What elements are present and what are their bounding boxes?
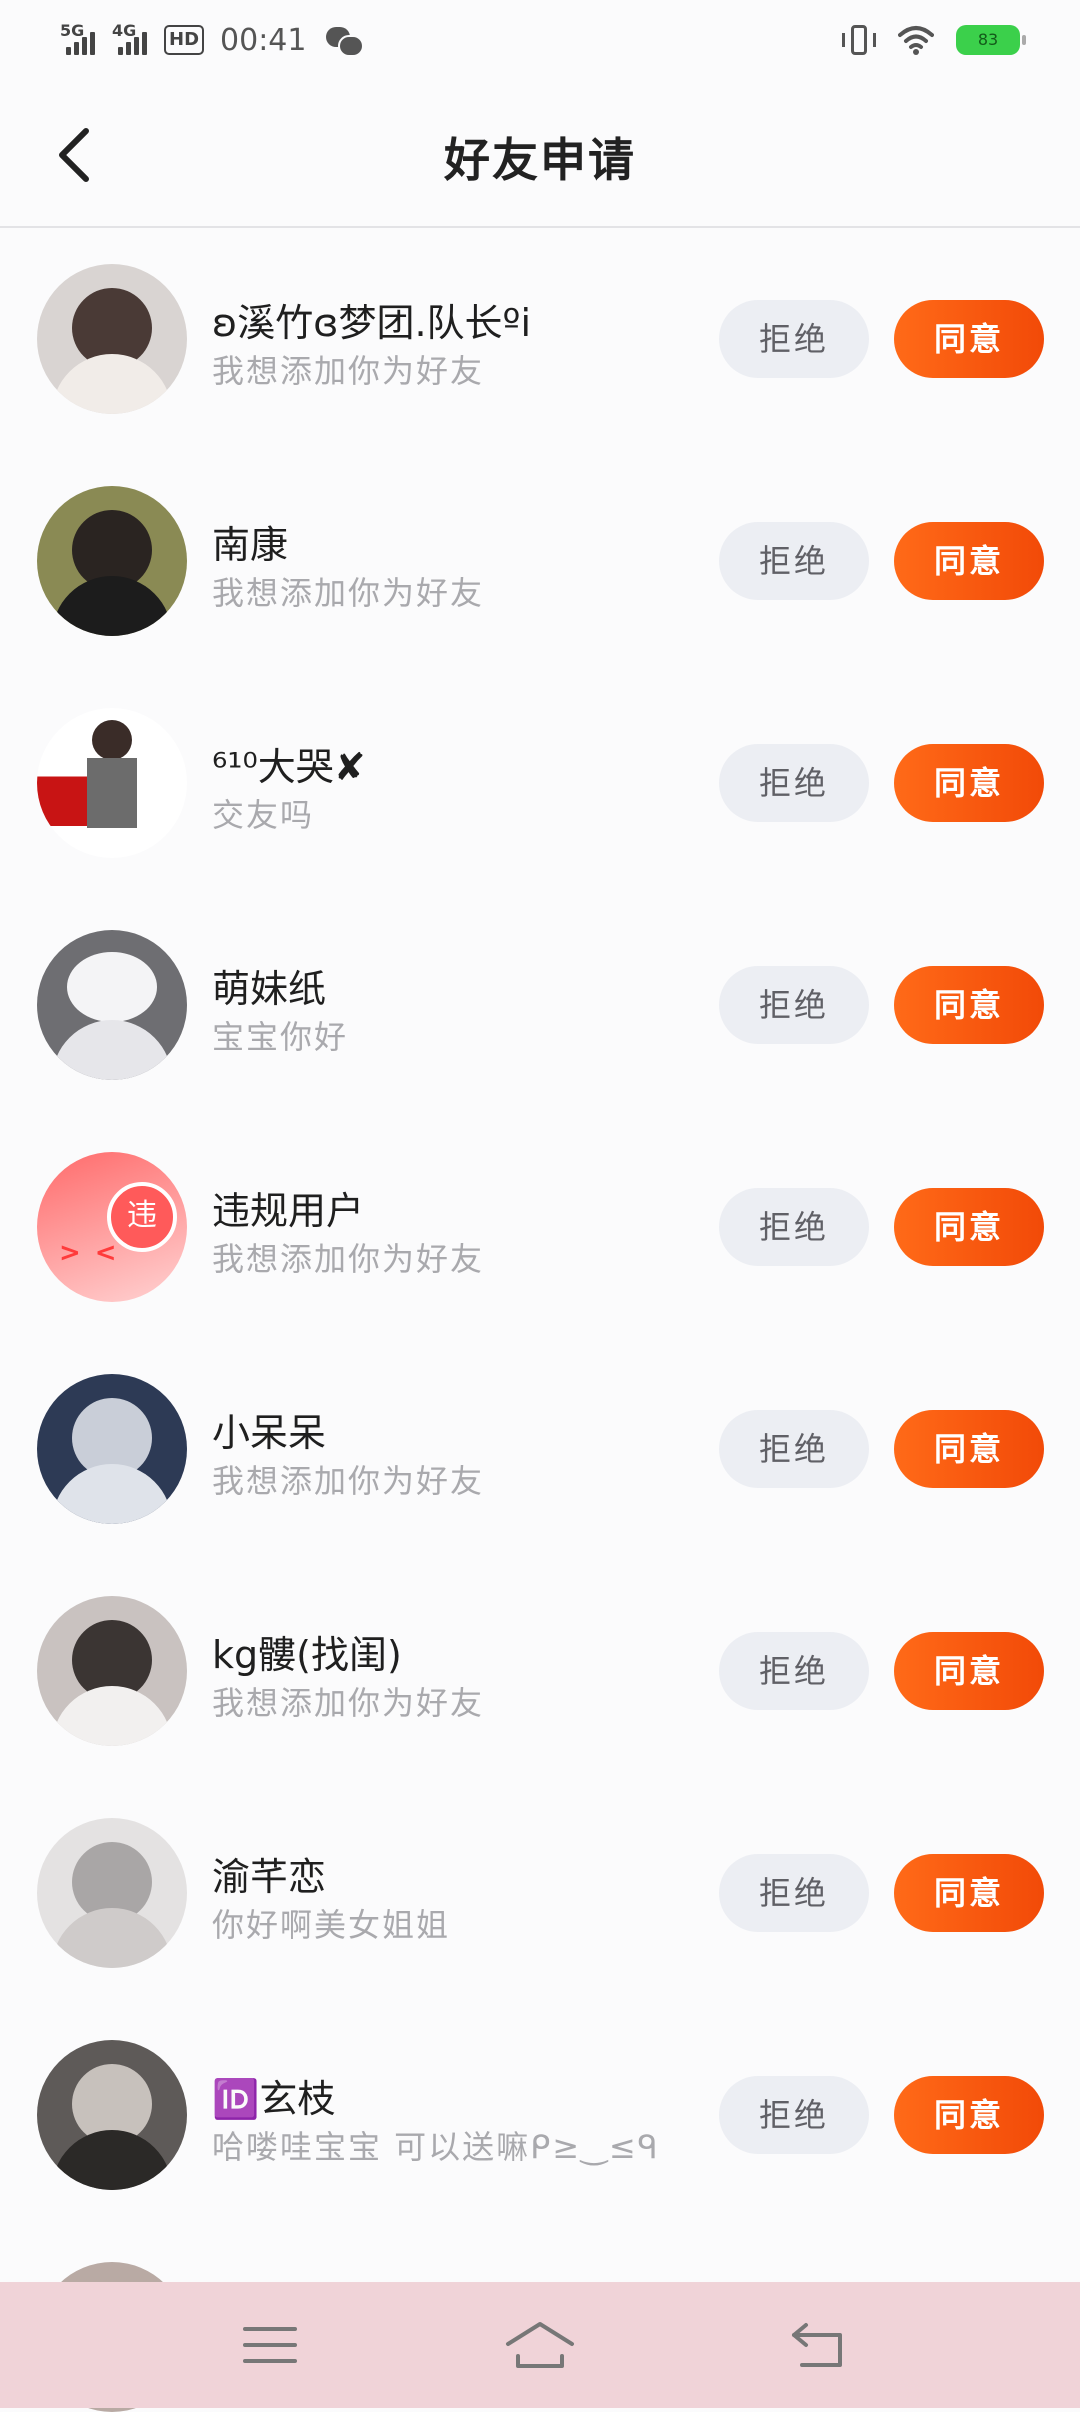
signal-4g-icon: 4G (112, 21, 154, 55)
accept-button[interactable]: 同意 (894, 1410, 1044, 1488)
status-bar: 5G 4G HD 00:41 83 (0, 0, 1080, 80)
request-message: 我想添加你为好友 (212, 352, 485, 390)
reject-button[interactable]: 拒绝 (719, 1410, 869, 1488)
request-message: 我想添加你为好友 (212, 1684, 485, 1722)
request-message: 交友吗 (212, 796, 315, 834)
hd-voice-icon: HD (164, 25, 205, 55)
signal-4g-label: 4G (112, 21, 137, 40)
request-message: 宝宝你好 (212, 1018, 349, 1056)
accept-button[interactable]: 同意 (894, 1188, 1044, 1266)
reject-button[interactable]: 拒绝 (719, 522, 869, 600)
accept-button[interactable]: 同意 (894, 300, 1044, 378)
request-message: 你好啊美女姐姐 (212, 1906, 451, 1944)
signal-5g-icon: 5G (60, 21, 102, 55)
user-name: 南康 (212, 523, 289, 567)
header: 好友申请 (0, 80, 1080, 228)
accept-button[interactable]: 同意 (894, 1854, 1044, 1932)
system-nav-bar (0, 2282, 1080, 2408)
request-message: 我想添加你为好友 (212, 1240, 485, 1278)
avatar[interactable] (37, 486, 187, 636)
request-message: 我想添加你为好友 (212, 1462, 485, 1500)
reject-button[interactable]: 拒绝 (719, 300, 869, 378)
user-name: ʚ溪竹ɞ梦团.队长ºi (212, 301, 532, 345)
list-item: 萌妹纸 宝宝你好 拒绝 同意 (0, 894, 1080, 1116)
list-item: 🆔玄枝 哈喽哇宝宝 可以送嘛ᑭ≥‿≤ᑫ 拒绝 同意 (0, 2004, 1080, 2226)
user-name: kg髏(找闺) (212, 1633, 402, 1677)
user-name: 🆔玄枝 (212, 2077, 336, 2121)
avatar[interactable] (37, 1596, 187, 1746)
home-icon (506, 2322, 574, 2368)
request-message: 哈喽哇宝宝 可以送嘛ᑭ≥‿≤ᑫ (212, 2128, 660, 2166)
list-item: ʚ溪竹ɞ梦团.队长ºi 我想添加你为好友 拒绝 同意 (0, 228, 1080, 450)
page-title: 好友申请 (444, 133, 636, 187)
reject-button[interactable]: 拒绝 (719, 1188, 869, 1266)
vibrate-icon (842, 25, 876, 55)
wifi-icon (898, 26, 934, 55)
avatar[interactable] (37, 1818, 187, 1968)
wechat-icon (326, 25, 365, 57)
accept-button[interactable]: 同意 (894, 744, 1044, 822)
list-item: 违 >< 违规用户 我想添加你为好友 拒绝 同意 (0, 1116, 1080, 1338)
home-button[interactable] (500, 2312, 580, 2378)
list-item: 渝芊恋 你好啊美女姐姐 拒绝 同意 (0, 1782, 1080, 2004)
menu-icon (243, 2327, 297, 2363)
list-item: ▇▇ ⁶¹⁰大哭✘ 交友吗 拒绝 同意 (0, 672, 1080, 894)
return-button[interactable] (780, 2312, 860, 2378)
request-message: 我想添加你为好友 (212, 574, 485, 612)
battery-icon: 83 (956, 25, 1026, 55)
user-name: 萌妹纸 (212, 967, 327, 1011)
violation-eyes: >< (59, 1238, 131, 1268)
avatar[interactable] (37, 2040, 187, 2190)
accept-button[interactable]: 同意 (894, 966, 1044, 1044)
avatar[interactable] (37, 264, 187, 414)
user-name: ⁶¹⁰大哭✘ (212, 745, 366, 789)
list-item: 南康 我想添加你为好友 拒绝 同意 (0, 450, 1080, 672)
friend-request-list: ʚ溪竹ɞ梦团.队长ºi 我想添加你为好友 拒绝 同意 南康 我想添加你为好友 拒… (0, 228, 1080, 2226)
status-time: 00:41 (220, 22, 307, 58)
avatar[interactable] (37, 930, 187, 1080)
list-item: kg髏(找闺) 我想添加你为好友 拒绝 同意 (0, 1560, 1080, 1782)
accept-button[interactable]: 同意 (894, 1632, 1044, 1710)
avatar[interactable]: 违 >< (37, 1152, 187, 1302)
reject-button[interactable]: 拒绝 (719, 744, 869, 822)
signal-5g-label: 5G (60, 21, 85, 40)
list-item: 小呆呆 我想添加你为好友 拒绝 同意 (0, 1338, 1080, 1560)
user-name: 渝芊恋 (212, 1855, 327, 1899)
reject-button[interactable]: 拒绝 (719, 966, 869, 1044)
avatar[interactable] (37, 1374, 187, 1524)
user-name: 违规用户 (212, 1189, 365, 1233)
menu-button[interactable] (230, 2312, 310, 2378)
return-icon (792, 2323, 842, 2367)
reject-button[interactable]: 拒绝 (719, 1632, 869, 1710)
avatar[interactable]: ▇▇ (37, 708, 187, 858)
accept-button[interactable]: 同意 (894, 2076, 1044, 2154)
reject-button[interactable]: 拒绝 (719, 1854, 869, 1932)
user-name: 小呆呆 (212, 1411, 327, 1455)
accept-button[interactable]: 同意 (894, 522, 1044, 600)
reject-button[interactable]: 拒绝 (719, 2076, 869, 2154)
